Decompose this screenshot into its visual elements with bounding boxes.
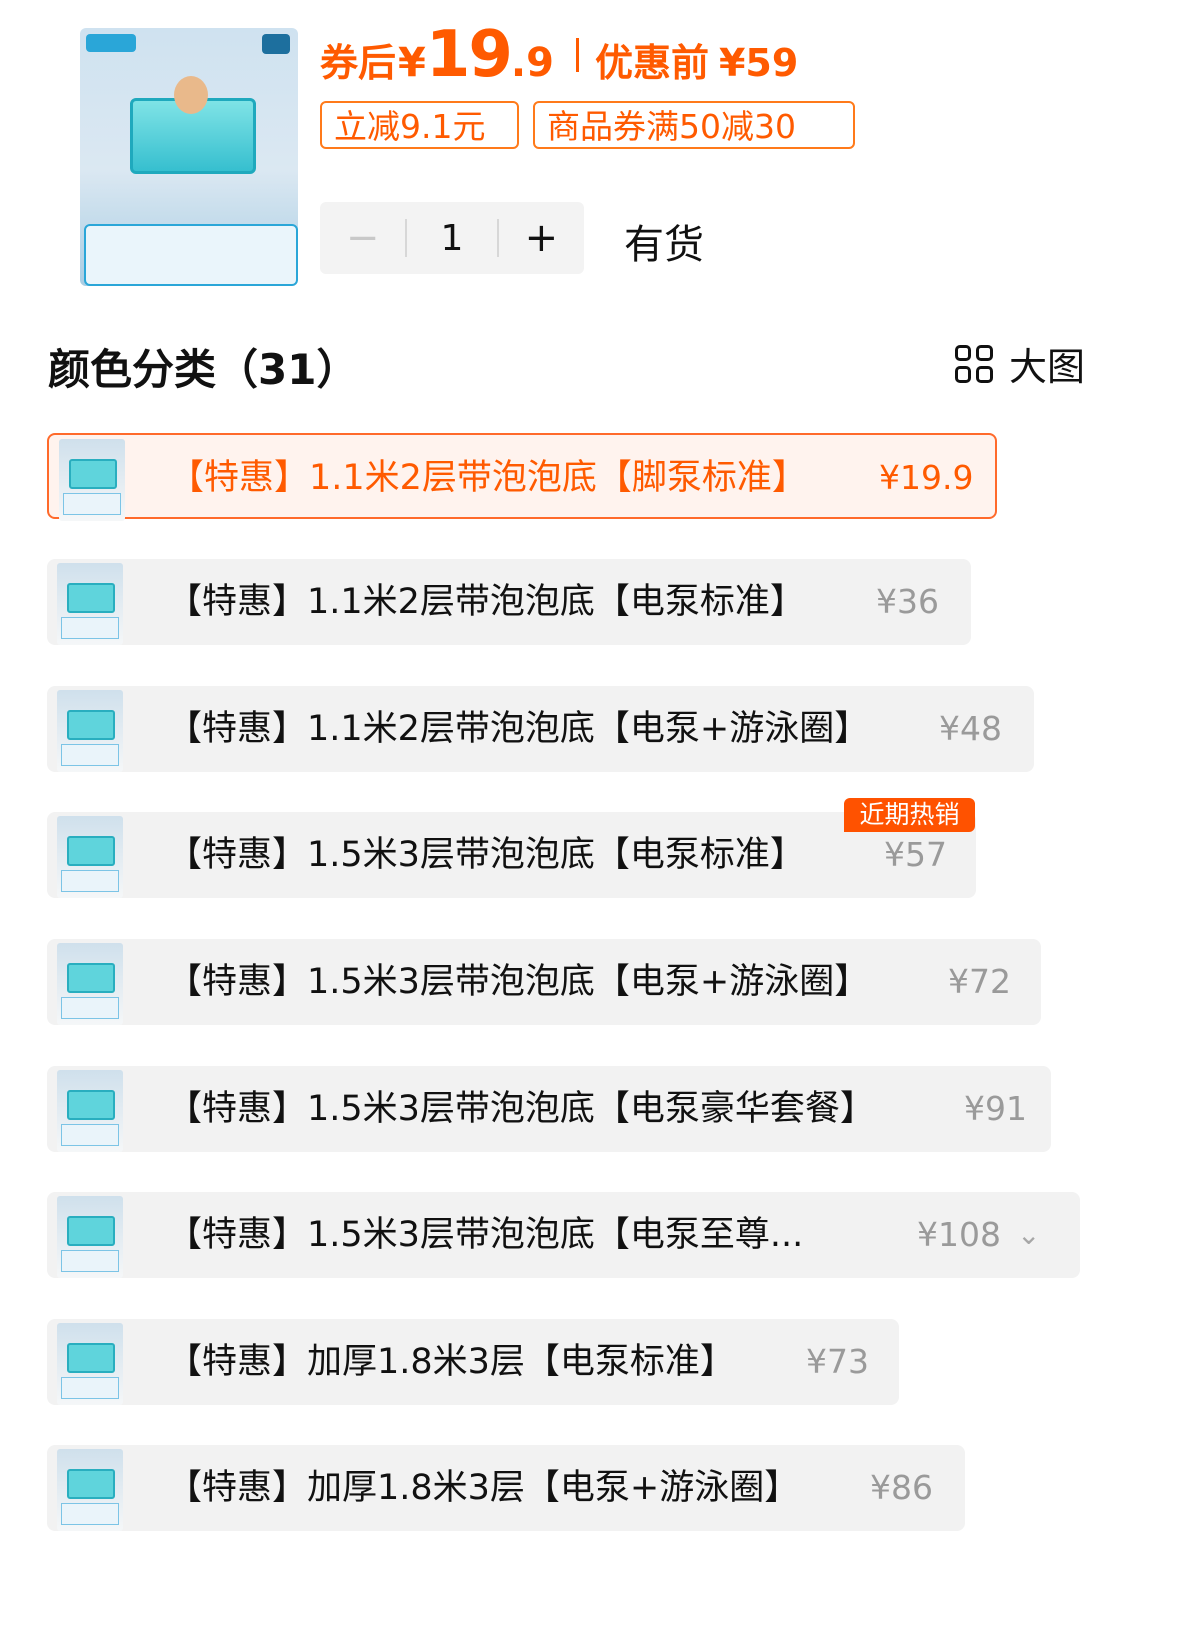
coupon-price-label: 券后 bbox=[320, 41, 397, 85]
product-main-image[interactable] bbox=[80, 28, 298, 286]
variant-option[interactable]: 【特惠】1.1米2层带泡泡底【电泵+游泳圈】 ¥48 bbox=[47, 686, 1034, 772]
variant-name: 【特惠】1.5米3层带泡泡底【电泵至尊... bbox=[167, 1215, 804, 1255]
decrease-button[interactable]: − bbox=[320, 215, 405, 261]
chevron-down-icon[interactable]: ⌄ bbox=[1017, 1192, 1040, 1278]
variant-name: 【特惠】1.1米2层带泡泡底【电泵标准】 bbox=[167, 582, 805, 622]
big-view-label: 大图 bbox=[1008, 345, 1085, 389]
stock-status: 有货 bbox=[624, 222, 704, 268]
original-price: ¥59 bbox=[718, 41, 799, 85]
variant-option[interactable]: 【特惠】1.5米3层带泡泡底【电泵豪华套餐】 ¥91 bbox=[47, 1066, 1051, 1152]
variant-name: 【特惠】加厚1.8米3层【电泵标准】 bbox=[167, 1342, 735, 1382]
variant-price: ¥73 bbox=[806, 1342, 869, 1381]
big-view-toggle[interactable]: 大图 bbox=[954, 336, 1085, 391]
variant-name: 【特惠】1.1米2层带泡泡底【脚泵标准】 bbox=[169, 458, 807, 498]
variant-thumbnail bbox=[57, 1196, 123, 1278]
price-line: 券后 ¥ 19 .9 优惠前 ¥59 bbox=[320, 18, 798, 92]
grid-icon bbox=[954, 344, 993, 383]
variant-option[interactable]: 【特惠】1.1米2层带泡泡底【脚泵标准】 ¥19.9 bbox=[47, 433, 997, 521]
variant-name: 【特惠】1.1米2层带泡泡底【电泵+游泳圈】 bbox=[167, 709, 870, 749]
variant-thumbnail bbox=[57, 690, 123, 772]
variant-option[interactable]: 【特惠】加厚1.8米3层【电泵+游泳圈】 ¥86 bbox=[47, 1445, 965, 1531]
coupon-price-integer: 19 bbox=[425, 18, 513, 92]
variant-option[interactable]: 【特惠】1.1米2层带泡泡底【电泵标准】 ¥36 bbox=[47, 559, 971, 645]
variant-price: ¥86 bbox=[870, 1468, 933, 1507]
quantity-stepper: − 1 + bbox=[320, 202, 584, 274]
baby-illustration bbox=[174, 76, 208, 114]
brand-logo bbox=[86, 34, 136, 52]
variant-thumbnail bbox=[57, 1070, 123, 1152]
variant-price: ¥72 bbox=[948, 962, 1011, 1001]
variant-price: ¥108 bbox=[917, 1215, 1001, 1254]
variant-thumbnail bbox=[57, 563, 123, 645]
variant-name: 【特惠】1.5米3层带泡泡底【电泵标准】 bbox=[167, 835, 805, 875]
variant-price: ¥36 bbox=[876, 582, 939, 621]
coupon-price-decimal: .9 bbox=[510, 40, 554, 86]
variant-thumbnail bbox=[57, 1323, 123, 1405]
size-tag bbox=[262, 34, 290, 54]
variant-name: 【特惠】1.5米3层带泡泡底【电泵豪华套餐】 bbox=[167, 1089, 875, 1129]
variant-option[interactable]: 【特惠】1.5米3层带泡泡底【电泵至尊... ¥108 ⌄ bbox=[47, 1192, 1080, 1278]
variants-section-title: 颜色分类（31） bbox=[48, 345, 359, 394]
variant-name: 【特惠】加厚1.8米3层【电泵+游泳圈】 bbox=[167, 1468, 800, 1508]
variant-option[interactable]: 【特惠】1.5米3层带泡泡底【电泵+游泳圈】 ¥72 bbox=[47, 939, 1041, 1025]
variant-option[interactable]: 【特惠】加厚1.8米3层【电泵标准】 ¥73 bbox=[47, 1319, 899, 1405]
variant-price: ¥19.9 bbox=[879, 458, 974, 497]
variant-option[interactable]: 【特惠】1.5米3层带泡泡底【电泵标准】 ¥57 bbox=[47, 812, 976, 898]
hot-sale-badge: 近期热销 bbox=[844, 798, 975, 832]
quantity-value[interactable]: 1 bbox=[407, 218, 496, 259]
original-price-label: 优惠前 bbox=[594, 41, 709, 85]
kit-illustration bbox=[84, 224, 298, 286]
variant-thumbnail bbox=[57, 816, 123, 898]
currency-symbol: ¥ bbox=[398, 40, 426, 86]
variant-thumbnail bbox=[59, 439, 125, 521]
variant-price: ¥91 bbox=[964, 1089, 1027, 1128]
price-divider bbox=[575, 38, 579, 72]
variant-price: ¥48 bbox=[939, 709, 1002, 748]
variant-thumbnail bbox=[57, 943, 123, 1025]
discount-badge-coupon: 商品券满50减30 bbox=[533, 101, 855, 149]
variant-thumbnail bbox=[57, 1449, 123, 1531]
discount-badge-instant: 立减9.1元 bbox=[320, 101, 519, 149]
variant-name: 【特惠】1.5米3层带泡泡底【电泵+游泳圈】 bbox=[167, 962, 870, 1002]
increase-button[interactable]: + bbox=[499, 215, 584, 261]
